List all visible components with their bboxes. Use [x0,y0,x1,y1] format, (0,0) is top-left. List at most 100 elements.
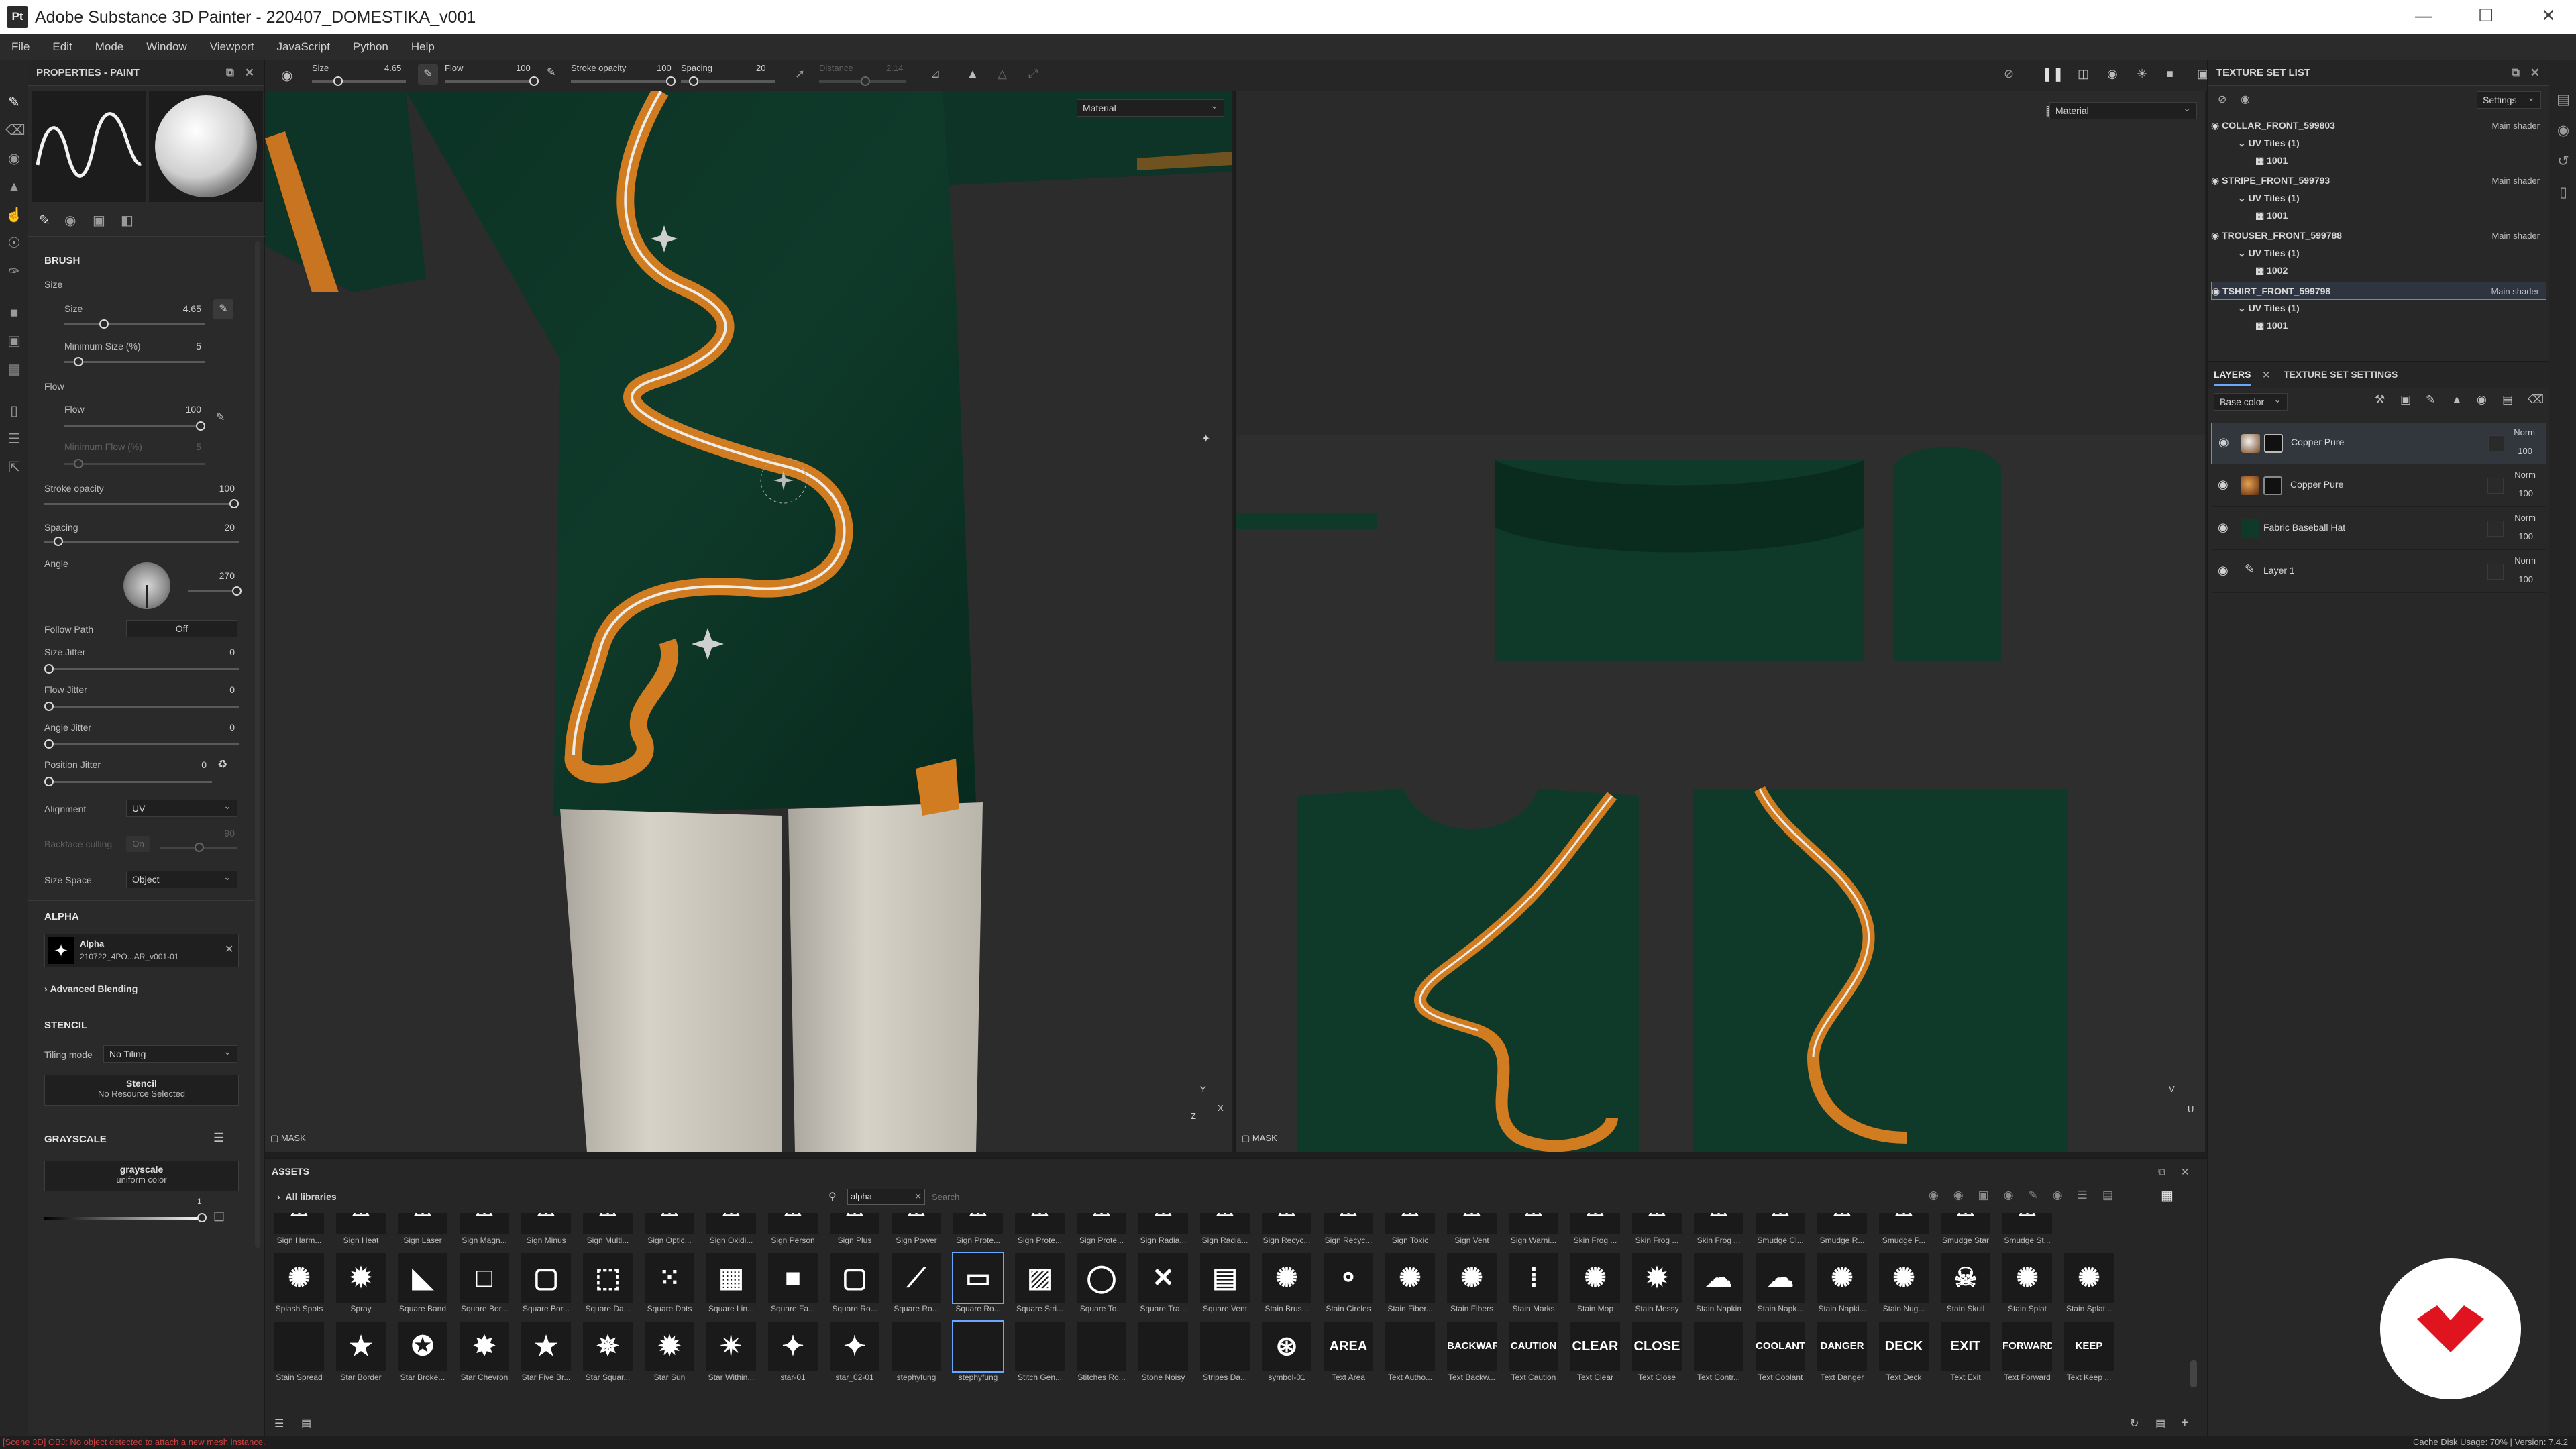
asset-tile[interactable]: DANGER Text Danger [1813,1319,1871,1387]
add-mask-icon[interactable]: ▣ [2400,393,2411,407]
alignment-dropdown[interactable]: UV [126,798,237,817]
layer-opacity[interactable]: 100 [2518,574,2533,584]
viewport-3d[interactable]: Material ✦ ▢ MASK Y Z X [265,91,1232,1152]
layer-blend-mode[interactable]: Norm [2514,470,2536,480]
layer-row-selected[interactable]: ◉ Copper Pure Norm 100 [2211,423,2546,464]
asset-tile[interactable]: ⚠ Sign Prote... [1073,1213,1130,1250]
menu-mode[interactable]: Mode [84,34,136,60]
tab-texture-set-settings[interactable]: TEXTURE SET SETTINGS [2284,369,2398,380]
asset-tile[interactable]: ⚠ Sign Multi... [579,1213,637,1250]
layer-select-box[interactable] [2487,521,2504,537]
stroke-opacity-value[interactable]: 100 [201,483,235,494]
toolbar-stroke-opacity-value[interactable]: 100 [657,63,672,73]
toolbar-size-slider[interactable] [312,76,406,86]
angle-jitter-value[interactable]: 0 [201,722,235,733]
layer-channel-dropdown[interactable]: Base color [2214,391,2288,411]
history-icon[interactable]: ↺ [2555,153,2572,170]
layer-blend-mode[interactable]: Norm [2514,427,2535,437]
asset-tile[interactable]: ▭ Square Ro... [949,1250,1007,1319]
layer-visibility-icon[interactable]: ◉ [2218,521,2229,535]
asset-tile[interactable]: CAUTION Text Caution [1505,1319,1562,1387]
asset-tile[interactable]: Text Autho... [1381,1319,1439,1387]
angle-jitter-slider[interactable] [44,739,239,749]
asset-tile[interactable]: ⚠ Skin Frog ... [1690,1213,1748,1250]
stencil-tab-icon[interactable]: ▣ [93,212,105,229]
flow-value[interactable]: 100 [168,404,201,415]
spacing-slider[interactable] [44,537,239,546]
tsl-float-icon[interactable]: ⧉ [2512,60,2520,86]
asset-tile[interactable]: ☠ Stain Skull [1937,1250,1994,1319]
camera-icon[interactable]: ■ [2166,67,2174,81]
tsl-view-icon[interactable]: ⊘ [2218,93,2226,106]
texture-set-row[interactable]: ◉ TROUSER_FRONT_599788 Main shader [2211,227,2546,245]
menu-window[interactable]: Window [135,34,198,60]
assets-scrollbar[interactable] [2190,1360,2197,1387]
asset-tile[interactable]: ⚠ Sign Heat [332,1213,390,1250]
maximize-icon[interactable]: ☐ [2478,5,2493,26]
viewport2d-channel-dropdown[interactable]: Material [2049,100,2197,119]
layer-row[interactable]: ◉ Fabric Baseball Hat Norm 100 [2211,508,2546,550]
menu-javascript[interactable]: JavaScript [266,34,341,60]
layer-visibility-icon[interactable]: ◉ [2218,435,2229,449]
asset-tile[interactable]: ⁞ Stain Marks [1505,1250,1562,1319]
asset-tile[interactable]: ■ Square Fa... [764,1250,822,1319]
library-selector[interactable]: › All libraries [277,1191,337,1202]
layer-visibility-icon[interactable]: ◉ [2218,564,2229,578]
uv-tile-row[interactable]: ▦ 1001 [2211,207,2546,225]
asset-tile[interactable]: ⊛ symbol-01 [1258,1319,1316,1387]
asset-tile[interactable]: ☁ Stain Napk... [1752,1250,1809,1319]
layer-mask-thumbnail[interactable] [2263,476,2282,495]
asset-tile[interactable]: ⚠ Sign Optic... [641,1213,698,1250]
asset-tile[interactable]: ✺ Stain Nug... [1875,1250,1933,1319]
asset-tile[interactable]: ⚠ Sign Warni... [1505,1213,1562,1250]
filter-list-icon[interactable]: ▤ [301,1417,311,1430]
flow-slider[interactable] [64,421,205,431]
asset-tile[interactable]: Stitches Ro... [1073,1319,1130,1387]
layer-visibility-icon[interactable]: ◉ [2218,478,2229,492]
texture-set-row[interactable]: ◉ STRIPE_FRONT_599793 Main shader [2211,172,2546,190]
asset-tile[interactable]: ✦ star_02-01 [826,1319,883,1387]
min-size-value[interactable]: 5 [168,341,201,352]
viewport3d-mask-toggle[interactable]: ▢ MASK [270,1133,306,1144]
grayscale-resource-slot[interactable]: grayscale uniform color [44,1161,239,1191]
uv-tiles-row[interactable]: ⌄ UV Tiles (1) [2211,189,2546,207]
asset-tile[interactable]: ⚠ Sign Minus [517,1213,575,1250]
asset-tile[interactable]: ▨ Square Stri... [1011,1250,1069,1319]
layer-row[interactable]: ◉ Copper Pure Norm 100 [2211,466,2546,507]
uv-tiles-row[interactable]: ⌄ UV Tiles (1) [2211,244,2546,262]
asset-tile[interactable]: Stitch Gen... [1011,1319,1069,1387]
viewport2d-mask-toggle[interactable]: ▢ MASK [1242,1133,1277,1144]
display-settings-icon[interactable]: ◉ [2555,122,2572,140]
asset-tile[interactable]: ⚠ Smudge Star [1937,1213,1994,1250]
asset-tile[interactable]: FORWARD Text Forward [1998,1319,2056,1387]
toolbar-pressure-icon[interactable]: ✎ [418,64,438,85]
layer-opacity[interactable]: 100 [2518,488,2533,498]
asset-tile[interactable]: ⁙ Square Dots [641,1250,698,1319]
viewport-2d[interactable]: ▦ Material ▢ MASK V U [1234,91,2205,1152]
angle-value[interactable]: 270 [201,570,235,581]
grayscale-value[interactable]: 1 [197,1197,202,1206]
asset-tile[interactable]: ⚠ Smudge P... [1875,1213,1933,1250]
size-jitter-value[interactable]: 0 [201,647,235,657]
bake-icon[interactable]: ■ [5,305,23,322]
asset-tile[interactable]: EXIT Text Exit [1937,1319,1994,1387]
toolbar-spacing-slider[interactable] [681,76,775,86]
tsl-close-icon[interactable]: ✕ [2530,60,2540,86]
mirror-icon[interactable]: ▲ [967,67,979,81]
size-jitter-slider[interactable] [44,664,239,674]
asset-tile[interactable]: ⚠ Sign Person [764,1213,822,1250]
layer-mask-thumbnail[interactable] [2264,434,2283,453]
asset-tile[interactable]: stephyfung [888,1319,945,1387]
asset-tile[interactable]: Text Contr... [1690,1319,1748,1387]
asset-tile[interactable]: ★ Star Five Br... [517,1319,575,1387]
asset-tile[interactable]: ☁ Stain Napkin [1690,1250,1748,1319]
grayscale-slider[interactable] [44,1213,207,1222]
asset-tile[interactable]: ⚠ Smudge Cl... [1752,1213,1809,1250]
asset-tile[interactable]: DECK Text Deck [1875,1319,1933,1387]
asset-tile[interactable]: ⚠ Sign Recyc... [1320,1213,1377,1250]
menu-viewport[interactable]: Viewport [199,34,266,60]
properties-scrollbar[interactable] [255,241,260,1248]
add-folder-icon[interactable]: ▤ [2502,393,2513,407]
asset-tile[interactable]: ✪ Star Broke... [394,1319,451,1387]
stencil-resource-slot[interactable]: Stencil No Resource Selected [44,1075,239,1106]
